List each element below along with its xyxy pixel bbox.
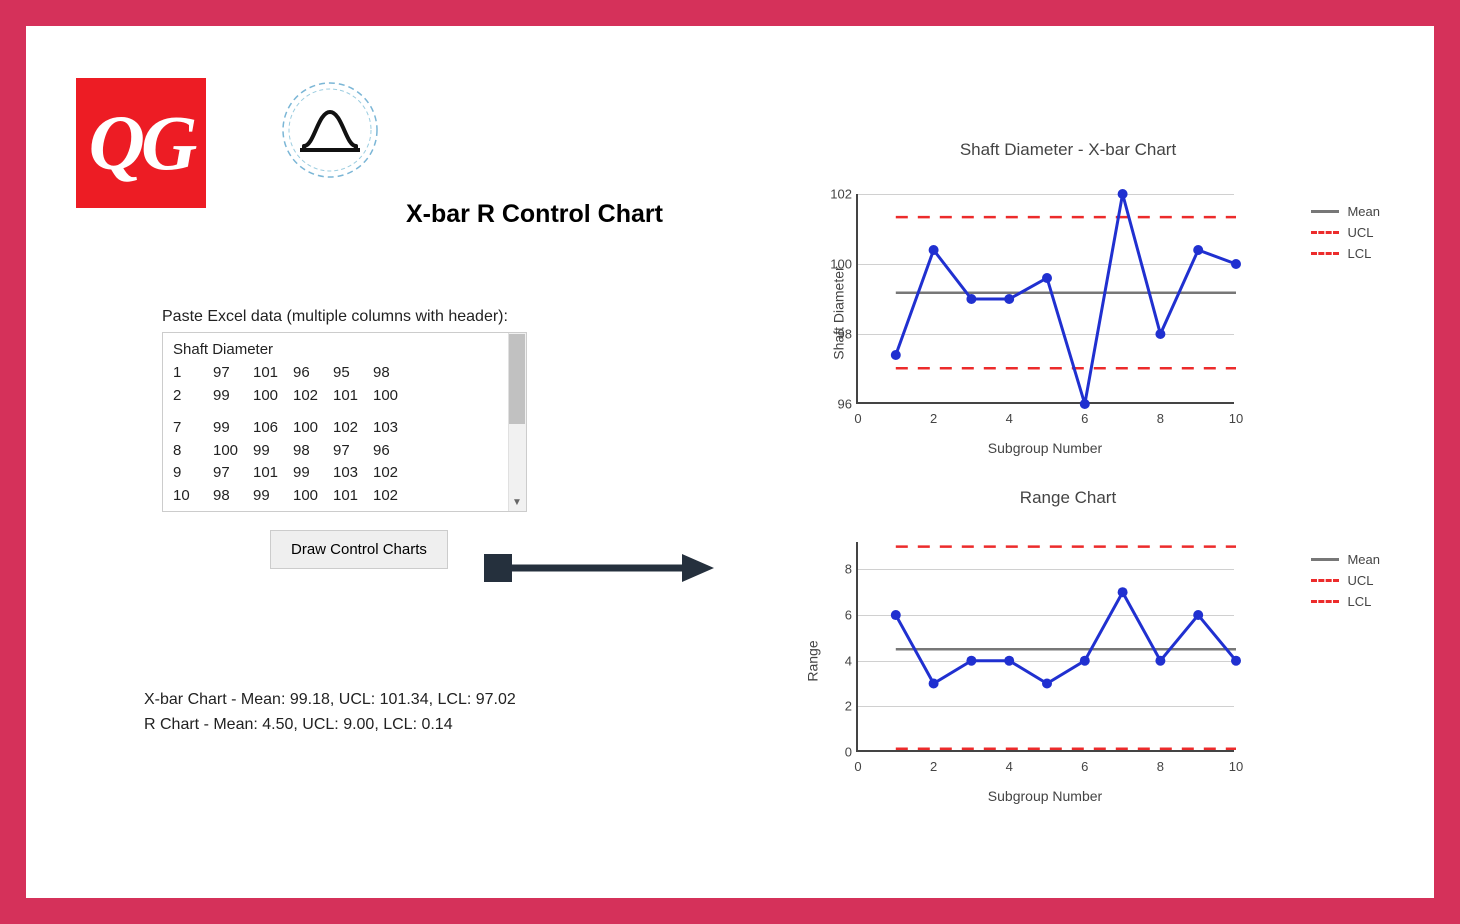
excel-row: 799106100102103 [173,417,516,440]
excel-row: 99710199103102 [173,462,516,485]
x-tick: 2 [930,759,937,774]
range-chart-title: Range Chart [738,488,1398,508]
range-ylabel: Range [805,640,821,681]
x-tick: 6 [1081,759,1088,774]
scrollbar-thumb[interactable] [509,334,525,424]
x-tick: 6 [1081,411,1088,426]
xbar-ylabel: Shaft Diameter [831,266,847,359]
excel-row: 810099989796 [173,440,516,463]
scroll-down-icon[interactable]: ▼ [508,493,526,511]
bell-curve-icon [280,80,380,180]
x-tick: 10 [1229,759,1243,774]
page-title: X-bar R Control Chart [406,200,663,229]
y-tick: 100 [822,257,852,272]
input-label: Paste Excel data (multiple columns with … [162,308,552,326]
arrow-right-icon [484,546,714,595]
qg-logo: QG [76,78,206,208]
xbar-chart: Shaft Diameter - X-bar Chart Shaft Diame… [738,140,1398,475]
y-tick: 0 [822,745,852,760]
r-stats-text: R Chart - Mean: 4.50, UCL: 9.00, LCL: 0.… [144,713,516,738]
stats-panel: X-bar Chart - Mean: 99.18, UCL: 101.34, … [144,688,516,738]
scrollbar[interactable]: ▲ ▼ [508,333,526,511]
range-xlabel: Subgroup Number [856,788,1234,804]
excel-row: 299100102101100 [173,385,516,408]
input-panel: Paste Excel data (multiple columns with … [162,308,552,569]
x-tick: 2 [930,411,937,426]
x-tick: 4 [1006,759,1013,774]
qg-logo-text: QG [89,98,194,188]
excel-data-input[interactable]: Shaft Diameter 1971019695982991001021011… [162,332,527,512]
x-tick: 0 [854,411,861,426]
x-tick: 0 [854,759,861,774]
xbar-stats-text: X-bar Chart - Mean: 99.18, UCL: 101.34, … [144,688,516,713]
excel-header: Shaft Diameter [173,341,516,358]
y-tick: 96 [822,397,852,412]
xbar-chart-title: Shaft Diameter - X-bar Chart [738,140,1398,160]
range-legend: Mean UCL LCL [1311,552,1380,615]
xbar-xlabel: Subgroup Number [856,440,1234,456]
y-tick: 98 [822,327,852,342]
y-tick: 6 [822,608,852,623]
y-tick: 8 [822,562,852,577]
x-tick: 4 [1006,411,1013,426]
x-tick: 10 [1229,411,1243,426]
x-tick: 8 [1157,759,1164,774]
x-tick: 8 [1157,411,1164,426]
y-tick: 102 [822,187,852,202]
y-tick: 4 [822,653,852,668]
excel-row: 197101969598 [173,362,516,385]
excel-row: 109899100101102 [173,485,516,508]
xbar-legend: Mean UCL LCL [1311,204,1380,267]
range-chart: Range Chart Range 0 2 4 6 8 0 2 4 6 8 10 Subgroup … [738,488,1398,823]
draw-control-charts-button[interactable]: Draw Control Charts [270,530,448,569]
y-tick: 2 [822,699,852,714]
